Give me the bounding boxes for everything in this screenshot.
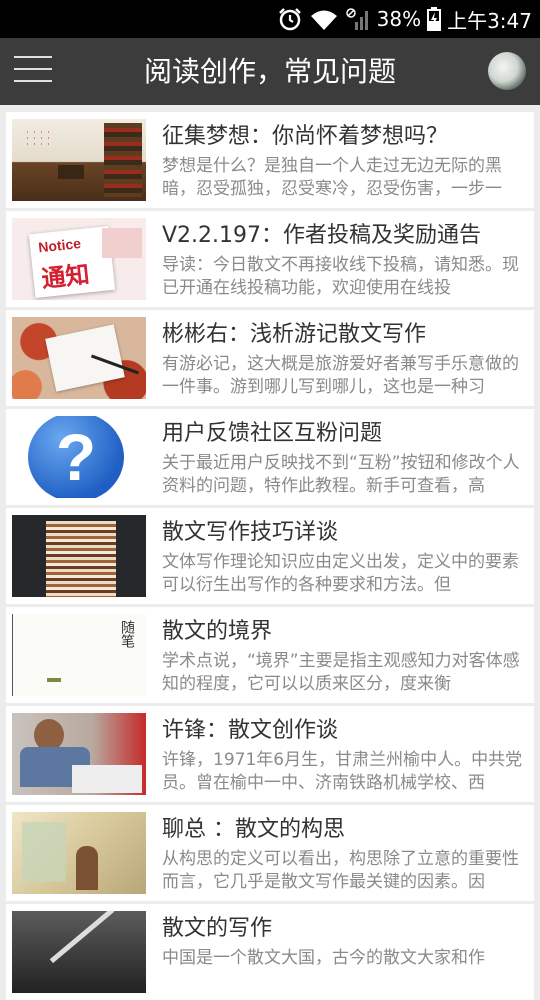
article-summary: 中国是一个散文大国，古今的散文大家和作 xyxy=(162,948,485,968)
clock-time: 上午3:47 xyxy=(447,8,532,33)
article-summary: 文体写作理论知识应由定义出发，定义中的要素可以衍生出写作的各种要求和方法。但 xyxy=(162,552,519,595)
list-item[interactable]: Notice 通知 V2.2.197：作者投稿及奖励通告 导读：今日散文不再接收… xyxy=(6,211,534,307)
battery-icon xyxy=(427,7,442,31)
list-item[interactable]: 聊总 ：散文的构思 从构思的定义可以看出，构思除了立意的重要性而言，它几乎是散文… xyxy=(6,805,534,901)
article-summary: 许锋，1971年6月生，甘肃兰州榆中人。中共党员。曾在榆中一中、济南铁路机械学校… xyxy=(162,750,523,793)
article-title: 彬彬右：浅析游记散文写作 xyxy=(162,322,427,347)
wifi-icon xyxy=(310,10,337,30)
article-title: 聊总 ：散文的构思 xyxy=(162,817,345,842)
signal-icon xyxy=(345,8,368,30)
article-thumbnail xyxy=(12,812,146,894)
article-title: 散文的写作 xyxy=(162,916,273,941)
question-mark-icon: ? xyxy=(28,416,124,498)
article-summary: 导读：今日散文不再接收线下投稿，请知悉。现已开通在线投稿功能，欢迎使用在线投 xyxy=(162,255,519,298)
app-bar: 阅读创作，常见问题 xyxy=(0,38,540,105)
list-item[interactable]: 散文的写作 中国是一个散文大国，古今的散文大家和作 xyxy=(6,904,534,1000)
article-title: 征集梦想：你尚怀着梦想吗？ xyxy=(162,124,449,149)
list-item[interactable]: 许锋：散文创作谈 许锋，1971年6月生，甘肃兰州榆中人。中共党员。曾在榆中一中… xyxy=(6,706,534,802)
list-item[interactable]: 随笔 散文的境界 学术点说，“境界”主要是指主观感知力对客体感知的程度，它可以以… xyxy=(6,607,534,703)
book-title-char: 随笔 xyxy=(119,620,135,648)
status-icons: 38% 上午3:47 xyxy=(277,0,532,38)
list-item[interactable]: 彬彬右：浅析游记散文写作 有游必记，这大概是旅游爱好者兼写手乐意做的一件事。游到… xyxy=(6,310,534,406)
list-item[interactable]: ? 用户反馈社区互粉问题 关于最近用户反映找不到“互粉”按钮和修改个人资料的问题… xyxy=(6,409,534,505)
article-thumbnail xyxy=(12,713,146,795)
notice-label-en: Notice xyxy=(37,235,82,256)
article-title: V2.2.197：作者投稿及奖励通告 xyxy=(162,223,482,248)
alarm-icon xyxy=(278,8,301,31)
article-title: 许锋：散文创作谈 xyxy=(162,718,339,743)
article-thumbnail xyxy=(12,911,146,993)
list-item[interactable]: 散文写作技巧详谈 文体写作理论知识应由定义出发，定义中的要素可以衍生出写作的各种… xyxy=(6,508,534,604)
article-thumbnail: 随笔 xyxy=(12,614,147,696)
avatar[interactable] xyxy=(488,52,526,90)
article-title: 用户反馈社区互粉问题 xyxy=(162,421,383,446)
notice-label-cn: 通知 xyxy=(40,260,91,294)
article-title: 散文写作技巧详谈 xyxy=(162,520,339,545)
article-thumbnail xyxy=(12,515,146,597)
battery-percent: 38% xyxy=(376,7,422,31)
article-thumbnail: Notice 通知 xyxy=(12,218,146,300)
article-title: 散文的境界 xyxy=(162,619,273,644)
article-summary: 有游必记，这大概是旅游爱好者兼写手乐意做的一件事。游到哪儿写到哪儿，这也是一种习 xyxy=(162,354,519,397)
page-title: 阅读创作，常见问题 xyxy=(143,55,396,88)
list-item[interactable]: 征集梦想：你尚怀着梦想吗？ 梦想是什么？是独自一个人走过无边无际的黑暗，忍受孤独… xyxy=(6,112,534,208)
article-thumbnail xyxy=(12,317,146,399)
article-summary: 学术点说，“境界”主要是指主观感知力对客体感知的程度，它可以以质来区分，度来衡 xyxy=(162,651,520,694)
article-thumbnail xyxy=(12,119,146,201)
status-bar: 38% 上午3:47 xyxy=(0,0,540,38)
article-summary: 关于最近用户反映找不到“互粉”按钮和修改个人资料的问题，特作此教程。新手可查看，… xyxy=(162,453,520,496)
article-summary: 梦想是什么？是独自一个人走过无边无际的黑暗，忍受孤独，忍受寒冷，忍受伤害，一步一 xyxy=(162,156,502,199)
article-summary: 从构思的定义可以看出，构思除了立意的重要性而言，它几乎是散文写作最关键的因素。因 xyxy=(162,849,519,892)
article-thumbnail: ? xyxy=(12,416,146,498)
